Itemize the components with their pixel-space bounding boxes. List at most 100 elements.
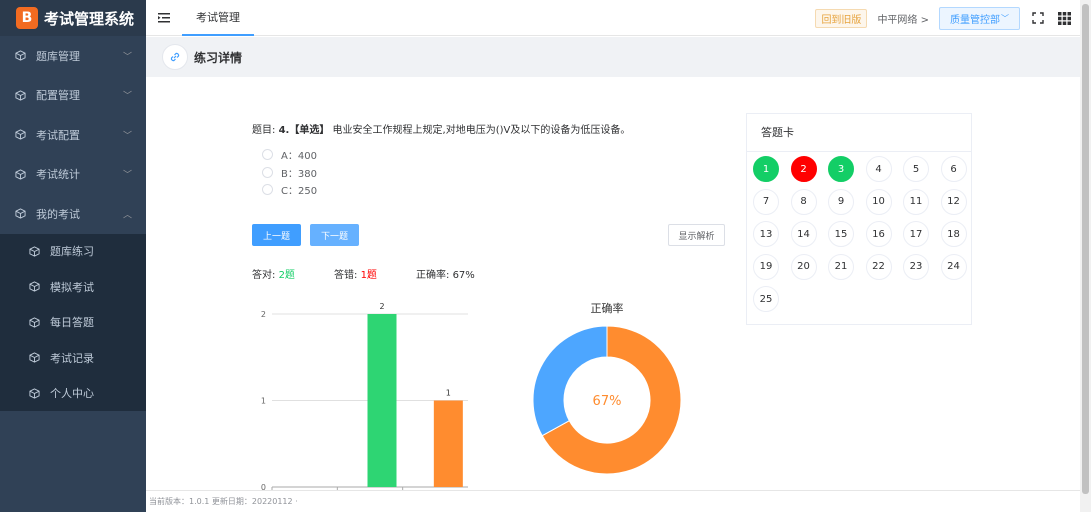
question-prefix: 题目: (252, 125, 276, 136)
answer-card-question-23[interactable]: 23 (903, 253, 929, 280)
grid-apps-icon[interactable] (1056, 10, 1072, 26)
donut-slice (532, 325, 608, 437)
cube-icon (28, 387, 40, 399)
answer-card-question-13[interactable]: 13 (753, 221, 779, 247)
answer-card-question-5[interactable]: 5 (903, 156, 929, 182)
option-label: C：250 (281, 186, 318, 198)
logo[interactable]: B 考试管理系统 (0, 0, 146, 36)
page-scrollbar[interactable] (1080, 0, 1091, 512)
prev-question-button[interactable]: 上一题 (252, 224, 301, 246)
stat-correct: 答对: 2题 (252, 266, 334, 281)
tab-exam-management[interactable]: 考试管理 (182, 0, 254, 36)
answer-card-question-8[interactable]: 8 (790, 188, 817, 215)
answer-card-question-22[interactable]: 22 (865, 253, 892, 280)
topbar-right: 回到旧版 中平网络 > 质量管控部 ﹀ (815, 0, 1072, 36)
accuracy-donut-chart: 正确率 67% (532, 301, 682, 475)
question-body: 电业安全工作规程上规定,对地电压为()V及以下的设备为低压设备。 (332, 125, 631, 136)
cube-icon (28, 316, 40, 328)
stat-rate-value: 67% (452, 270, 475, 281)
sidebar: B 考试管理系统 题库管理 ﹀ 配置管理 ﹀ 考试配置 ﹀ 考试统计 ﹀ 我的考… (0, 0, 146, 512)
sidebar-subitem-label: 考试记录 (50, 351, 94, 365)
stat-wrong-label: 答错: (334, 270, 358, 281)
submenu-my-exam: 题库练习 模拟考试 每日答题 考试记录 个人中心 (0, 233, 146, 412)
sidebar-item-label: 题库管理 (36, 49, 80, 63)
cube-icon (14, 168, 26, 180)
answer-card-question-6[interactable]: 6 (940, 156, 967, 182)
answer-card-question-25[interactable]: 25 (753, 286, 779, 312)
cube-icon (14, 129, 26, 141)
answer-card-question-19[interactable]: 19 (753, 253, 779, 280)
answer-card-question-20[interactable]: 20 (790, 253, 817, 280)
sidebar-item-question-bank[interactable]: 题库管理 ﹀ (0, 36, 146, 76)
chevron-down-icon: ﹀ (122, 170, 132, 181)
topbar: 考试管理 回到旧版 中平网络 > 质量管控部 ﹀ (146, 0, 1080, 36)
chevron-down-icon: ﹀ (122, 52, 132, 63)
radio-circle[interactable] (262, 166, 273, 178)
stat-correct-value: 2题 (278, 270, 295, 281)
stat-rate-label: 正确率: (416, 270, 450, 281)
page-title: 练习详情 (194, 50, 243, 65)
stat-correct-label: 答对: (252, 270, 276, 281)
radio-circle[interactable] (262, 184, 273, 196)
sidebar-subitem-records[interactable]: 考试记录 (0, 340, 146, 376)
hamburger-button[interactable] (146, 0, 182, 36)
answer-card-question-18[interactable]: 18 (940, 221, 967, 247)
donut-title: 正确率 (591, 301, 624, 315)
sidebar-subitem-label: 模拟考试 (50, 280, 94, 294)
old-version-button[interactable]: 回到旧版 (815, 8, 868, 28)
chevron-down-icon: ﹀ (122, 131, 132, 142)
answer-card-question-21[interactable]: 21 (828, 253, 854, 280)
question-type: 【单选】 (289, 125, 330, 136)
network-link[interactable]: 中平网络 > (877, 11, 929, 26)
radio-circle[interactable] (262, 149, 273, 161)
chevron-down-icon: ﹀ (122, 91, 132, 102)
sidebar-subitem-practice[interactable]: 题库练习 (0, 234, 146, 270)
answer-card-grid: 1 2 3 4 5 6 7 8 9 10 11 12 13 14 15 16 17 18 19 20 21 22 23 24 2… (747, 152, 971, 312)
answer-card-question-24[interactable]: 24 (940, 253, 967, 280)
stat-wrong: 答错: 1题 (334, 266, 416, 281)
sidebar-item-exam-stats[interactable]: 考试统计 ﹀ (0, 155, 146, 195)
answer-card-question-3[interactable]: 3 (828, 156, 854, 182)
y-tick-label: 1 (261, 397, 266, 406)
answer-card-question-15[interactable]: 15 (828, 221, 854, 247)
answer-card-question-1[interactable]: 1 (753, 156, 779, 182)
results-bar-chart: 01221 (261, 302, 468, 492)
stat-rate: 正确率: 67% (416, 266, 475, 281)
cube-icon (14, 50, 26, 62)
answer-card-question-16[interactable]: 16 (865, 221, 892, 247)
dept-select[interactable]: 质量管控部 ﹀ (939, 6, 1020, 30)
sidebar-item-exam-config[interactable]: 考试配置 ﹀ (0, 115, 146, 155)
page-header: 练习详情 (146, 37, 1080, 77)
answer-card-question-2[interactable]: 2 (790, 156, 817, 182)
sidebar-subitem-profile[interactable]: 个人中心 (0, 376, 146, 412)
app-title: 考试管理系统 (44, 9, 135, 28)
answer-card-question-17[interactable]: 17 (903, 221, 929, 247)
sidebar-item-my-exam[interactable]: 我的考试 ︿ (0, 194, 146, 234)
scrollbar-thumb[interactable] (1082, 4, 1089, 494)
sidebar-subitem-label: 题库练习 (50, 245, 94, 259)
answer-card-question-9[interactable]: 9 (828, 188, 854, 215)
question-number: 4. (278, 125, 290, 136)
bar (433, 400, 463, 487)
option-label: B：380 (281, 168, 317, 180)
answer-card-question-12[interactable]: 12 (940, 188, 967, 215)
option-label: A：400 (281, 151, 317, 163)
answer-card-question-7[interactable]: 7 (753, 188, 779, 215)
sidebar-item-label: 配置管理 (36, 89, 80, 103)
sidebar-item-label: 考试统计 (36, 168, 80, 182)
next-question-button[interactable]: 下一题 (310, 224, 359, 246)
option-c[interactable]: C：250 (262, 181, 317, 199)
sidebar-subitem-mock-exam[interactable]: 模拟考试 (0, 269, 146, 305)
answer-card-question-10[interactable]: 10 (865, 188, 892, 215)
option-b[interactable]: B：380 (262, 164, 317, 182)
show-explanation-button[interactable]: 显示解析 (668, 224, 725, 246)
footer-version: 当前版本：1.0.1 更新日期：20220112 · (146, 490, 1080, 512)
answer-card-question-4[interactable]: 4 (865, 156, 892, 182)
sidebar-subitem-label: 个人中心 (50, 387, 94, 401)
sidebar-item-config[interactable]: 配置管理 ﹀ (0, 76, 146, 116)
option-a[interactable]: A：400 (262, 146, 317, 164)
answer-card-question-14[interactable]: 14 (790, 221, 817, 247)
sidebar-subitem-daily[interactable]: 每日答题 (0, 305, 146, 341)
fullscreen-icon[interactable] (1030, 10, 1046, 26)
answer-card-question-11[interactable]: 11 (903, 188, 929, 215)
